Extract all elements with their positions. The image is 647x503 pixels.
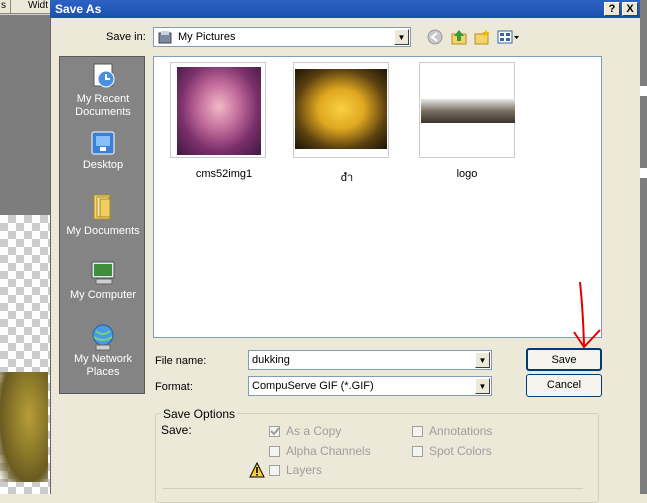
file-thumbnail <box>419 62 515 158</box>
save-in-dropdown[interactable]: My Pictures ▼ <box>153 27 411 47</box>
format-label: Format: <box>155 381 193 393</box>
save-in-label: Save in: <box>106 31 146 43</box>
save-in-value: My Pictures <box>178 31 236 43</box>
my-documents-icon <box>88 193 118 223</box>
file-name: dำ <box>340 172 354 184</box>
cancel-button[interactable]: Cancel <box>526 374 602 397</box>
place-label: My Computer <box>69 289 137 301</box>
chevron-down-icon[interactable]: ▼ <box>394 29 409 45</box>
recent-documents-icon <box>88 61 118 91</box>
alpha-channels-checkbox[interactable] <box>269 446 280 457</box>
place-label: My Network Places <box>73 353 133 378</box>
dialog-title: Save As <box>55 2 102 16</box>
as-a-copy-label: As a Copy <box>286 424 342 438</box>
save-options-legend: Save Options <box>161 407 238 421</box>
desktop-icon <box>88 129 118 159</box>
view-menu-icon[interactable] <box>497 28 521 46</box>
file-thumbnail <box>293 62 389 158</box>
network-places-icon <box>88 323 118 353</box>
place-my-computer[interactable]: My Computer <box>60 255 146 319</box>
file-name-label: File name: <box>155 355 207 367</box>
alpha-channels-label: Alpha Channels <box>286 444 371 458</box>
chevron-down-icon[interactable]: ▼ <box>475 378 490 394</box>
background-toolbar: s Widt <box>0 0 52 14</box>
background-text-left: s <box>1 0 6 11</box>
file-list[interactable]: cms52img1 dำ logo <box>153 56 602 338</box>
next-group-edge <box>163 488 583 494</box>
annotations-label: Annotations <box>429 424 493 438</box>
place-label: My Documents <box>66 225 140 237</box>
spot-colors-label: Spot Colors <box>429 444 492 458</box>
list-item[interactable]: logo <box>411 62 523 192</box>
file-name-input[interactable]: dukking ▼ <box>248 350 492 370</box>
place-desktop[interactable]: Desktop <box>60 125 146 189</box>
place-label: My Recent Documents <box>75 93 131 118</box>
place-label: Desktop <box>82 159 124 171</box>
chevron-down-icon[interactable]: ▼ <box>475 352 490 368</box>
checkmark-icon <box>270 427 280 436</box>
places-bar: My Recent Documents Desktop My Documents… <box>59 56 145 394</box>
file-name-value: dukking <box>252 354 290 366</box>
background-canvas-area <box>0 15 52 215</box>
layers-label: Layers <box>286 463 323 477</box>
place-network-places[interactable]: My Network Places <box>60 319 146 383</box>
layers-checkbox[interactable] <box>269 465 280 476</box>
back-icon[interactable] <box>426 28 444 46</box>
spot-colors-checkbox[interactable] <box>412 446 423 457</box>
close-button[interactable]: X <box>622 2 638 16</box>
background-right-strip <box>640 0 647 494</box>
list-item[interactable]: cms52img1 <box>169 62 281 192</box>
folder-icon <box>158 30 172 44</box>
help-button[interactable]: ? <box>604 2 620 16</box>
file-thumbnail <box>170 62 266 158</box>
annotation-arrow-icon <box>573 281 601 349</box>
place-my-documents[interactable]: My Documents <box>60 189 146 253</box>
save-label: Save: <box>161 423 192 437</box>
background-app: s Widt <box>0 0 52 494</box>
background-text-right: Widt <box>28 0 48 11</box>
format-value: CompuServe GIF (*.GIF) <box>252 380 374 392</box>
place-recent-documents[interactable]: My Recent Documents <box>60 57 146 121</box>
file-name: logo <box>456 168 478 180</box>
dialog-title-bar[interactable]: Save As ? X <box>50 0 640 18</box>
my-computer-icon <box>88 259 118 289</box>
warning-icon <box>249 461 265 478</box>
new-folder-icon[interactable] <box>473 28 491 46</box>
file-name: cms52img1 <box>195 168 253 180</box>
as-a-copy-checkbox[interactable] <box>269 426 280 437</box>
format-dropdown[interactable]: CompuServe GIF (*.GIF) ▼ <box>248 376 492 396</box>
background-image-fragment <box>0 372 48 482</box>
annotations-checkbox[interactable] <box>412 426 423 437</box>
up-folder-icon[interactable] <box>450 28 468 46</box>
list-item[interactable]: dำ <box>288 62 400 192</box>
